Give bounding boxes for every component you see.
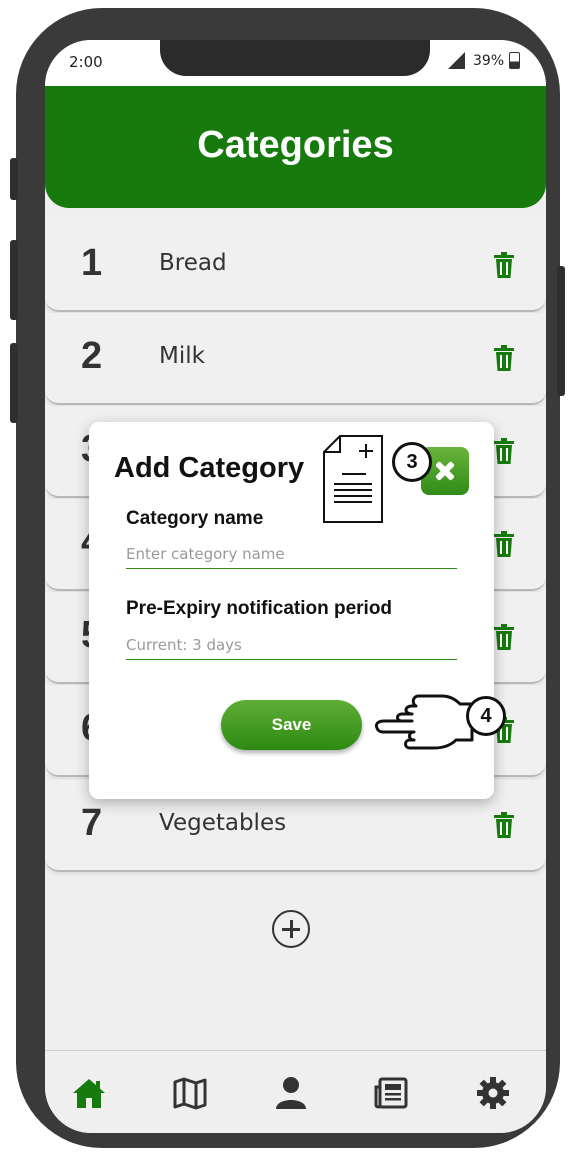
phone-side-button (10, 158, 18, 200)
category-number: 2 (81, 335, 103, 377)
trash-icon[interactable] (493, 438, 515, 464)
add-category-button[interactable] (272, 910, 310, 948)
map-icon[interactable] (172, 1075, 208, 1111)
user-icon[interactable] (273, 1075, 309, 1111)
signal-icon (448, 52, 465, 69)
annotation-callout: 3 (392, 442, 432, 482)
category-name: Bread (159, 250, 227, 276)
status-time: 2:00 (69, 53, 103, 71)
trash-icon[interactable] (493, 252, 515, 278)
category-name-label: Category name (126, 508, 264, 529)
camera-notch (160, 40, 430, 76)
category-name: Vegetables (159, 810, 287, 836)
gear-icon[interactable] (475, 1075, 511, 1111)
phone-power-button (557, 266, 565, 396)
list-item[interactable]: 2 Milk (45, 313, 546, 405)
category-number: 7 (81, 802, 103, 844)
trash-icon[interactable] (493, 812, 515, 838)
trash-icon[interactable] (493, 531, 515, 557)
trash-icon[interactable] (493, 345, 515, 371)
phone-volume-up-button (10, 240, 18, 320)
bottom-nav (45, 1050, 546, 1133)
expiry-period-label: Pre-Expiry notification period (126, 598, 393, 619)
category-name-input[interactable] (126, 540, 457, 569)
page-title: Categories (197, 124, 394, 166)
dialog-title: Add Category (114, 452, 305, 484)
save-button[interactable]: Save (221, 700, 362, 750)
category-name: Milk (159, 343, 205, 369)
home-icon[interactable] (71, 1075, 107, 1111)
news-icon[interactable] (374, 1075, 410, 1111)
battery-icon (509, 52, 520, 69)
expiry-period-input[interactable] (126, 631, 457, 660)
annotation-callout: 4 (466, 696, 506, 736)
app-header: Categories (45, 86, 546, 208)
pointing-hand-icon (374, 694, 474, 750)
phone-volume-down-button (10, 343, 18, 423)
trash-icon[interactable] (493, 624, 515, 650)
list-item[interactable]: 1 Bread (45, 220, 546, 312)
category-number: 1 (81, 242, 103, 284)
battery-percent: 39% (473, 53, 505, 69)
status-bar: 2:00 39% (45, 40, 546, 86)
new-document-icon (323, 435, 383, 523)
